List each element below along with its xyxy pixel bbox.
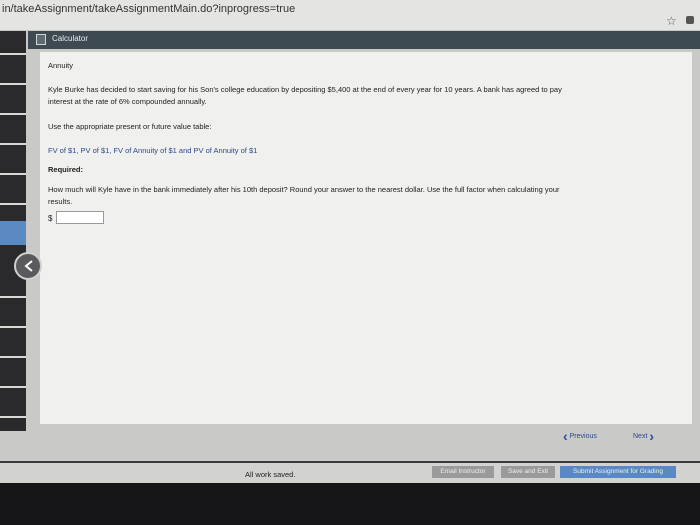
calculator-icon[interactable]	[36, 34, 46, 45]
table-links[interactable]: FV of $1, PV of $1, FV of Annuity of $1 …	[48, 145, 257, 156]
question-panel	[40, 52, 692, 424]
question-body-line2: interest at the rate of 6% compounded an…	[48, 97, 207, 106]
strip-divider	[0, 173, 26, 175]
window-titlebar: Calculator	[28, 31, 700, 49]
strip-divider	[0, 296, 26, 298]
calculator-label[interactable]: Calculator	[52, 34, 88, 43]
required-question-line1: How much will Kyle have in the bank imme…	[48, 185, 560, 194]
required-question-line2: results.	[48, 197, 73, 206]
url-text[interactable]: in/takeAssignment/takeAssignmentMain.do?…	[2, 3, 295, 15]
back-button[interactable]	[14, 252, 42, 280]
instruction-text: Use the appropriate present or future va…	[48, 122, 212, 131]
question-body-line1: Kyle Burke has decided to start saving f…	[48, 85, 562, 94]
answer-input[interactable]	[56, 211, 104, 224]
strip-divider	[0, 386, 26, 388]
strip-divider	[0, 113, 26, 115]
strip-divider	[0, 143, 26, 145]
question-body: Kyle Burke has decided to start saving f…	[48, 84, 688, 95]
chevron-left-icon: ‹	[563, 428, 568, 444]
previous-label: Previous	[569, 432, 597, 440]
question-heading: Annuity	[48, 61, 74, 70]
save-and-exit-button[interactable]: Save and Exit	[501, 466, 555, 478]
screen-bezel	[0, 483, 700, 525]
strip-divider	[0, 83, 26, 85]
star-icon[interactable]: ☆	[666, 14, 677, 28]
strip-divider	[0, 356, 26, 358]
required-label: Required:	[48, 165, 84, 174]
submit-assignment-button[interactable]: Submit Assignment for Grading	[560, 466, 676, 478]
chevron-left-icon	[24, 260, 33, 272]
strip-divider	[0, 416, 26, 418]
extension-icon[interactable]	[686, 16, 694, 24]
save-status: All work saved.	[245, 470, 296, 479]
next-button[interactable]: Next ›	[633, 428, 654, 444]
current-question-marker[interactable]	[0, 221, 26, 245]
browser-address-bar[interactable]: in/takeAssignment/takeAssignmentMain.do?…	[0, 0, 700, 31]
chevron-right-icon: ›	[649, 428, 655, 444]
currency-symbol: $	[48, 214, 53, 223]
strip-divider	[0, 326, 26, 328]
next-label: Next	[633, 432, 648, 440]
strip-divider	[0, 53, 26, 55]
previous-button[interactable]: ‹ Previous	[563, 428, 597, 444]
email-instructor-button[interactable]: Email Instructor	[432, 466, 494, 478]
strip-divider	[0, 203, 26, 205]
